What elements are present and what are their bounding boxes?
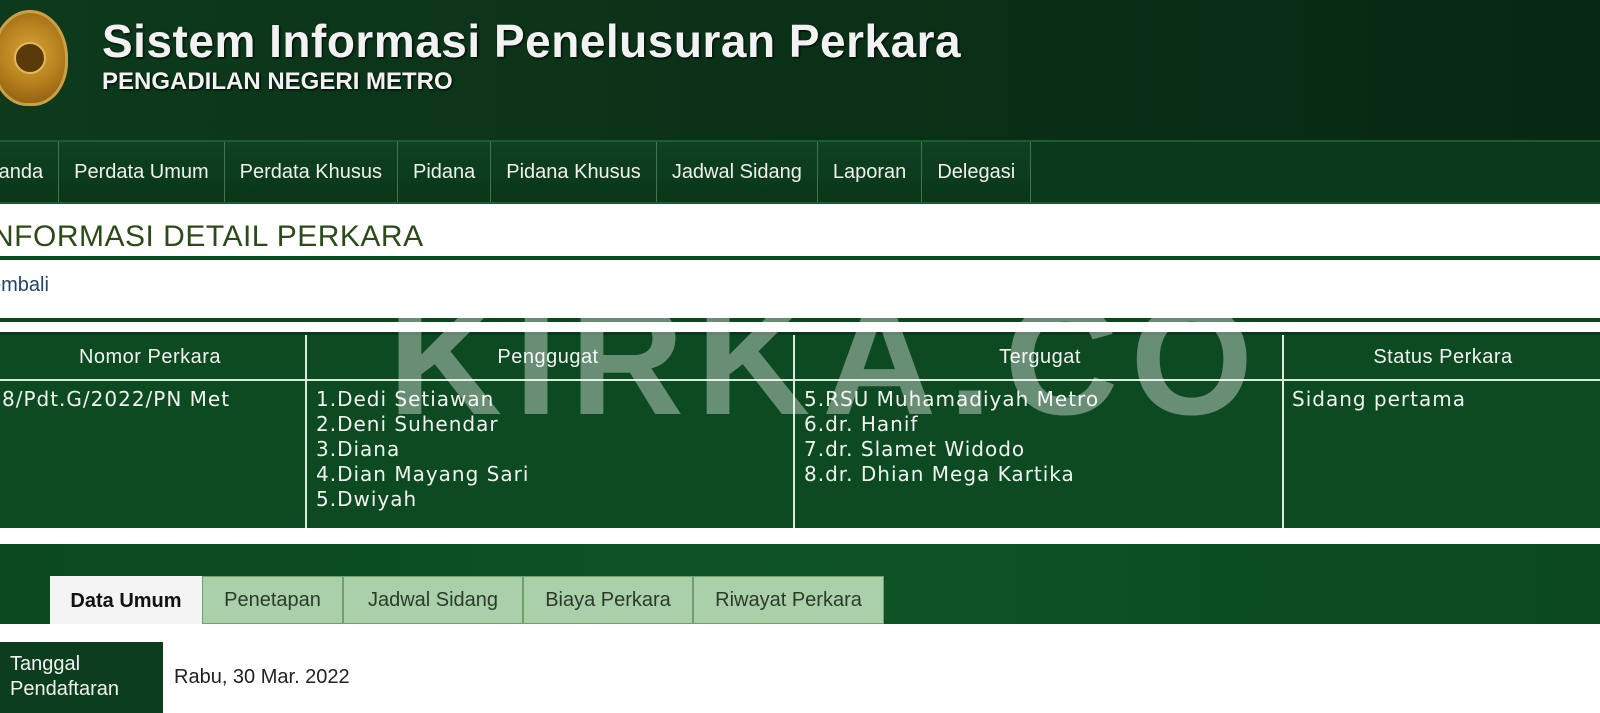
list-item-tergugat: 6.dr. Hanif bbox=[804, 412, 919, 436]
nav-item-jadwal-sidang[interactable]: Jadwal Sidang bbox=[656, 142, 818, 202]
list-item-penggugat: 3.Diana bbox=[316, 437, 401, 461]
header-nomor-perkara: Nomor Perkara bbox=[78, 345, 222, 368]
cell-nomor-perkara: 8/Pdt.G/2022/PN Met bbox=[2, 387, 231, 411]
data-umum-panel: Tanggal Pendaftaran Rabu, 30 Mar. 2022 bbox=[0, 624, 1600, 713]
court-logo-emblem bbox=[14, 42, 46, 74]
header-penggugat: Penggugat bbox=[497, 345, 599, 368]
table-header-divider bbox=[0, 379, 1600, 381]
list-item-penggugat: 4.Dian Mayang Sari bbox=[316, 462, 530, 486]
label-line: Tanggal bbox=[10, 653, 81, 675]
label-line: Pendaftaran bbox=[10, 678, 119, 700]
court-logo-icon bbox=[0, 10, 68, 106]
header-status-perkara: Status Perkara bbox=[1373, 345, 1513, 368]
case-detail-table: Nomor Perkara Penggugat Tergugat Status … bbox=[0, 332, 1600, 531]
column-divider bbox=[1282, 335, 1284, 531]
tab-penetapan[interactable]: Penetapan bbox=[202, 576, 343, 624]
page-title: NFORMASI DETAIL PERKARA bbox=[0, 220, 424, 253]
back-row: embali bbox=[0, 260, 1600, 322]
nav-item-delegasi[interactable]: Delegasi bbox=[922, 142, 1032, 202]
nav-item-perdata-khusus[interactable]: Perdata Khusus bbox=[224, 142, 398, 202]
app-title: Sistem Informasi Penelusuran Perkara bbox=[102, 15, 962, 67]
field-label-tanggal-pendaftaran: Tanggal Pendaftaran bbox=[0, 642, 163, 713]
main-nav: randa Perdata Umum Perdata Khusus Pidana… bbox=[0, 140, 1600, 204]
page-heading-bar: NFORMASI DETAIL PERKARA bbox=[0, 206, 1600, 260]
list-item-tergugat: 7.dr. Slamet Widodo bbox=[804, 437, 1026, 461]
cell-status-perkara: Sidang pertama bbox=[1292, 387, 1466, 411]
field-value-tanggal-pendaftaran: Rabu, 30 Mar. 2022 bbox=[174, 666, 350, 688]
list-item-penggugat: 2.Deni Suhendar bbox=[316, 412, 499, 436]
list-item-penggugat: 1.Dedi Setiawan bbox=[316, 387, 495, 411]
list-item-tergugat: 5.RSU Muhamadiyah Metro bbox=[804, 387, 1100, 411]
column-divider bbox=[793, 335, 795, 531]
nav-item-pidana-khusus[interactable]: Pidana Khusus bbox=[491, 142, 657, 202]
list-item-penggugat: 5.Dwiyah bbox=[316, 487, 418, 511]
header-tergugat: Tergugat bbox=[999, 345, 1081, 368]
back-link[interactable]: embali bbox=[0, 274, 49, 297]
column-divider bbox=[305, 335, 307, 531]
nav-item-perdata-umum[interactable]: Perdata Umum bbox=[59, 142, 225, 202]
court-name: PENGADILAN NEGERI METRO bbox=[102, 68, 453, 95]
cell-tergugat: 5.RSU Muhamadiyah Metro 6.dr. Hanif 7.dr… bbox=[804, 387, 1099, 487]
tab-jadwal-sidang[interactable]: Jadwal Sidang bbox=[343, 576, 523, 624]
tab-riwayat-perkara[interactable]: Riwayat Perkara bbox=[693, 576, 884, 624]
nav-item-beranda[interactable]: randa bbox=[0, 142, 60, 202]
list-item-tergugat: 8.dr. Dhian Mega Kartika bbox=[804, 462, 1075, 486]
detail-tabs: Data Umum Penetapan Jadwal Sidang Biaya … bbox=[0, 544, 1600, 626]
nav-item-pidana[interactable]: Pidana bbox=[397, 142, 492, 202]
nav-item-laporan[interactable]: Laporan bbox=[817, 142, 923, 202]
section-divider bbox=[0, 528, 1600, 544]
app-header: Sistem Informasi Penelusuran Perkara PEN… bbox=[0, 0, 1600, 140]
tab-biaya-perkara[interactable]: Biaya Perkara bbox=[523, 576, 693, 624]
cell-penggugat: 1.Dedi Setiawan 2.Deni Suhendar 3.Diana … bbox=[316, 387, 529, 512]
tab-data-umum[interactable]: Data Umum bbox=[50, 576, 202, 626]
